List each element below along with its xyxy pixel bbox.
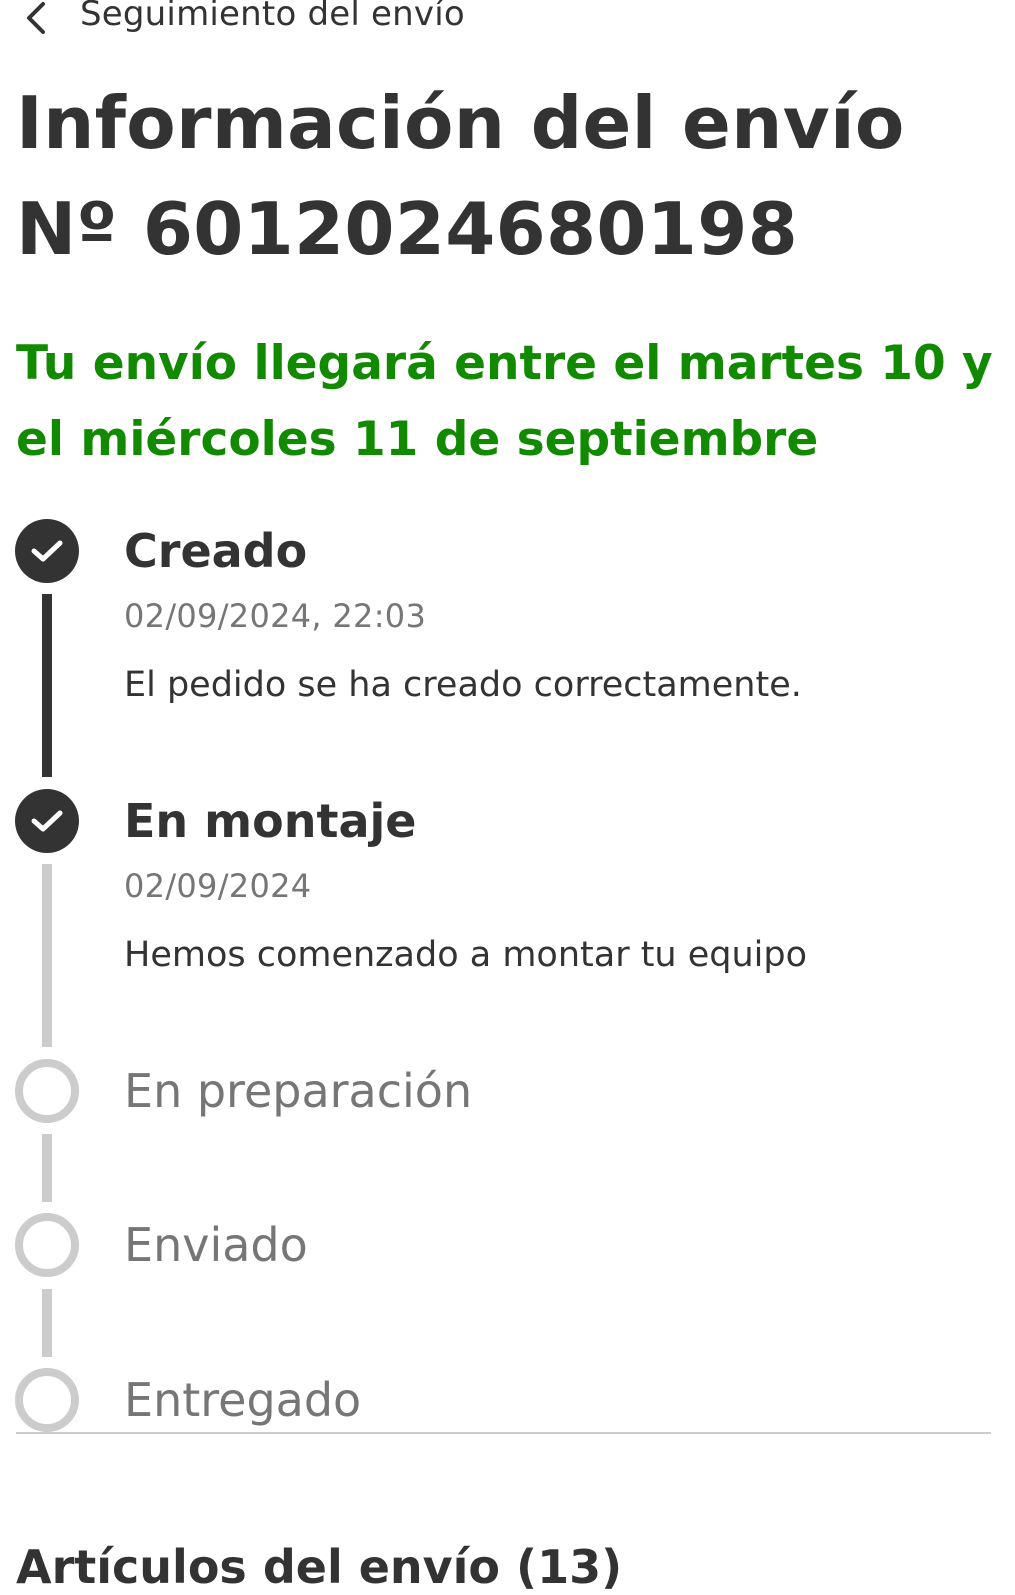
step-title: Creado — [124, 524, 308, 578]
step-description: Hemos comenzado a montar tu equipo — [124, 935, 808, 975]
timeline-connector — [42, 1134, 52, 1202]
step-pending-indicator — [15, 1059, 79, 1123]
shipment-tracking-page: Seguimiento del envío Información del en… — [0, 0, 1015, 1595]
shipment-items-heading[interactable]: Artículos del envío (13) — [16, 1540, 622, 1594]
step-date: 02/09/2024 — [124, 867, 312, 905]
step-pending-indicator — [15, 1368, 79, 1432]
timeline-connector — [42, 864, 52, 1047]
step-title: En montaje — [124, 794, 417, 848]
step-done-indicator — [15, 519, 79, 583]
check-icon — [31, 810, 63, 832]
step-title: Entregado — [124, 1373, 362, 1427]
step-description: El pedido se ha creado correctamente. — [124, 665, 802, 705]
check-icon — [31, 540, 63, 562]
section-divider — [16, 1432, 991, 1434]
step-title: Enviado — [124, 1218, 308, 1272]
step-done-indicator — [15, 789, 79, 853]
shipment-timeline: Creado 02/09/2024, 22:03 El pedido se ha… — [0, 0, 1015, 1440]
step-title: En preparación — [124, 1064, 473, 1118]
timeline-connector — [42, 1289, 52, 1357]
step-date: 02/09/2024, 22:03 — [124, 597, 427, 635]
step-pending-indicator — [15, 1213, 79, 1277]
timeline-connector — [42, 594, 52, 777]
